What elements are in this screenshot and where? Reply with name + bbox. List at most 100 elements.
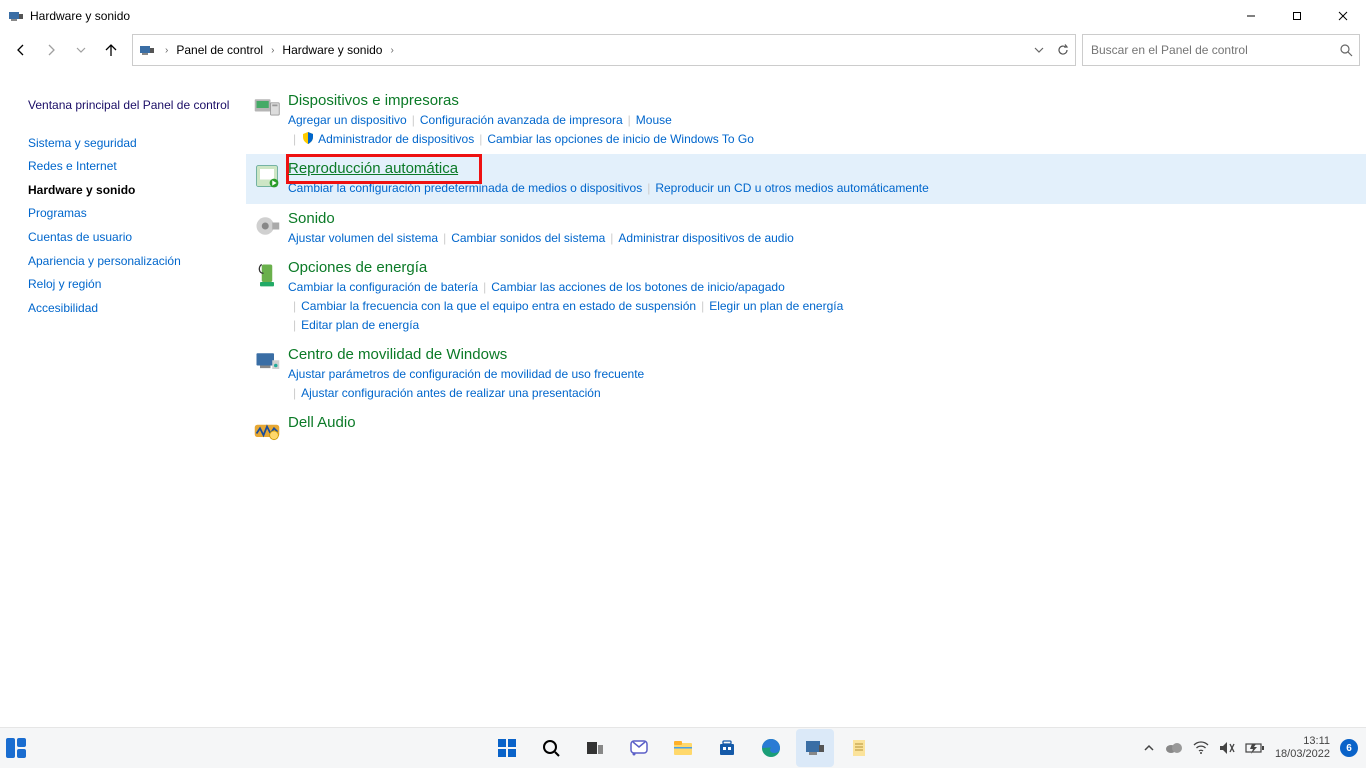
address-bar[interactable]: › Panel de control › Hardware y sonido › <box>132 34 1076 66</box>
sidebar-item-0[interactable]: Sistema y seguridad <box>28 136 242 152</box>
sublink-3-1[interactable]: Cambiar las acciones de los botones de i… <box>491 280 785 294</box>
separator: | <box>478 280 491 294</box>
sublink-4-0[interactable]: Ajustar parámetros de configuración de m… <box>288 367 644 381</box>
sublink-4-1[interactable]: Ajustar configuración antes de realizar … <box>301 386 601 400</box>
chevron-right-icon[interactable]: › <box>163 45 170 56</box>
sublink-0-0[interactable]: Agregar un dispositivo <box>288 113 407 127</box>
search-icon[interactable] <box>1339 43 1353 57</box>
separator: | <box>642 181 655 195</box>
category-row-4: Centro de movilidad de Windows Ajustar pa… <box>246 340 1366 408</box>
category-icon-3 <box>246 259 288 334</box>
separator: | <box>288 318 301 332</box>
body: Ventana principal del Panel de control S… <box>0 68 1366 728</box>
sublink-2-2[interactable]: Administrar dispositivos de audio <box>618 231 793 245</box>
edge-icon[interactable] <box>752 729 790 767</box>
separator: | <box>288 132 301 146</box>
category-heading-3[interactable]: Opciones de energía <box>288 259 427 276</box>
category-heading-5[interactable]: Dell Audio <box>288 414 356 431</box>
wifi-icon[interactable] <box>1193 741 1209 755</box>
separator: | <box>438 231 451 245</box>
recent-button[interactable] <box>66 35 96 65</box>
store-icon[interactable] <box>708 729 746 767</box>
sublink-3-4[interactable]: Editar plan de energía <box>301 318 419 332</box>
sidebar-item-7[interactable]: Accesibilidad <box>28 301 242 317</box>
sublink-1-1[interactable]: Reproducir un CD u otros medios automáti… <box>655 181 928 195</box>
category-heading-1[interactable]: Reproducción automática <box>288 160 458 177</box>
separator: | <box>623 113 636 127</box>
volume-icon[interactable] <box>1219 741 1235 755</box>
search-box[interactable] <box>1082 34 1360 66</box>
breadcrumb-root[interactable] <box>133 35 163 65</box>
category-heading-2[interactable]: Sonido <box>288 210 335 227</box>
chevron-right-icon[interactable]: › <box>269 45 276 56</box>
app-icon <box>8 8 24 24</box>
sublink-2-0[interactable]: Ajustar volumen del sistema <box>288 231 438 245</box>
system-tray: 13:11 18/03/2022 6 <box>1143 735 1366 761</box>
forward-button[interactable] <box>36 35 66 65</box>
clock-date: 18/03/2022 <box>1275 748 1330 761</box>
sublink-3-3[interactable]: Elegir un plan de energía <box>709 299 843 313</box>
separator: | <box>696 299 709 313</box>
sublink-0-1[interactable]: Configuración avanzada de impresora <box>420 113 623 127</box>
separator: | <box>288 299 301 313</box>
category-icon-2 <box>246 210 288 248</box>
clock[interactable]: 13:11 18/03/2022 <box>1275 735 1330 761</box>
separator: | <box>474 132 487 146</box>
sublink-3-0[interactable]: Cambiar la configuración de batería <box>288 280 478 294</box>
chevron-right-icon[interactable]: › <box>388 45 395 56</box>
sidebar-item-1[interactable]: Redes e Internet <box>28 159 242 175</box>
sublink-0-4[interactable]: Cambiar las opciones de inicio de Window… <box>487 132 754 146</box>
breadcrumb-item-1[interactable]: Hardware y sonido <box>276 35 388 65</box>
category-row-3: Opciones de energía Cambiar la configurac… <box>246 253 1366 340</box>
separator: | <box>605 231 618 245</box>
category-heading-4[interactable]: Centro de movilidad de Windows <box>288 346 507 363</box>
shield-icon <box>301 131 315 145</box>
explorer-icon[interactable] <box>664 729 702 767</box>
task-view-icon[interactable] <box>576 729 614 767</box>
taskbar-center <box>488 728 878 768</box>
taskbar-search-icon[interactable] <box>532 729 570 767</box>
start-button[interactable] <box>488 729 526 767</box>
refresh-icon[interactable] <box>1051 36 1075 64</box>
category-icon-5 <box>246 414 288 444</box>
tray-chevron-icon[interactable] <box>1143 742 1155 754</box>
sidebar-item-3[interactable]: Programas <box>28 206 242 222</box>
up-button[interactable] <box>96 35 126 65</box>
maximize-button[interactable] <box>1274 0 1320 32</box>
breadcrumb-item-0[interactable]: Panel de control <box>170 35 269 65</box>
sidebar-item-5[interactable]: Apariencia y personalización <box>28 254 242 270</box>
clock-time: 13:11 <box>1275 735 1330 748</box>
sublink-2-1[interactable]: Cambiar sonidos del sistema <box>451 231 605 245</box>
category-icon-0 <box>246 92 288 148</box>
control-panel-taskbar-icon[interactable] <box>796 729 834 767</box>
notification-badge[interactable]: 6 <box>1340 739 1358 757</box>
sidebar-home[interactable]: Ventana principal del Panel de control <box>28 98 242 114</box>
separator: | <box>407 113 420 127</box>
sidebar-item-4[interactable]: Cuentas de usuario <box>28 230 242 246</box>
sublink-0-3[interactable]: Administrador de dispositivos <box>318 132 474 146</box>
sublink-0-2[interactable]: Mouse <box>636 113 672 127</box>
chat-icon[interactable] <box>620 729 658 767</box>
widgets-button[interactable] <box>4 736 28 760</box>
battery-icon[interactable] <box>1245 742 1265 754</box>
sidebar: Ventana principal del Panel de control S… <box>0 68 242 728</box>
category-heading-0[interactable]: Dispositivos e impresoras <box>288 92 459 109</box>
sublink-3-2[interactable]: Cambiar la frecuencia con la que el equi… <box>301 299 696 313</box>
back-button[interactable] <box>6 35 36 65</box>
nav-row: › Panel de control › Hardware y sonido › <box>0 32 1366 68</box>
close-button[interactable] <box>1320 0 1366 32</box>
notes-icon[interactable] <box>840 729 878 767</box>
sidebar-item-2[interactable]: Hardware y sonido <box>28 183 242 199</box>
category-row-2: SonidoAjustar volumen del sistema|Cambia… <box>246 204 1366 254</box>
search-input[interactable] <box>1089 42 1339 58</box>
minimize-button[interactable] <box>1228 0 1274 32</box>
sidebar-item-6[interactable]: Reloj y región <box>28 277 242 293</box>
window-buttons <box>1228 0 1366 32</box>
onedrive-icon[interactable] <box>1165 742 1183 754</box>
window-title: Hardware y sonido <box>30 9 1228 23</box>
separator: | <box>288 386 301 400</box>
sublink-1-0[interactable]: Cambiar la configuración predeterminada … <box>288 181 642 195</box>
titlebar: Hardware y sonido <box>0 0 1366 32</box>
category-icon-4 <box>246 346 288 402</box>
addr-dropdown-icon[interactable] <box>1027 36 1051 64</box>
